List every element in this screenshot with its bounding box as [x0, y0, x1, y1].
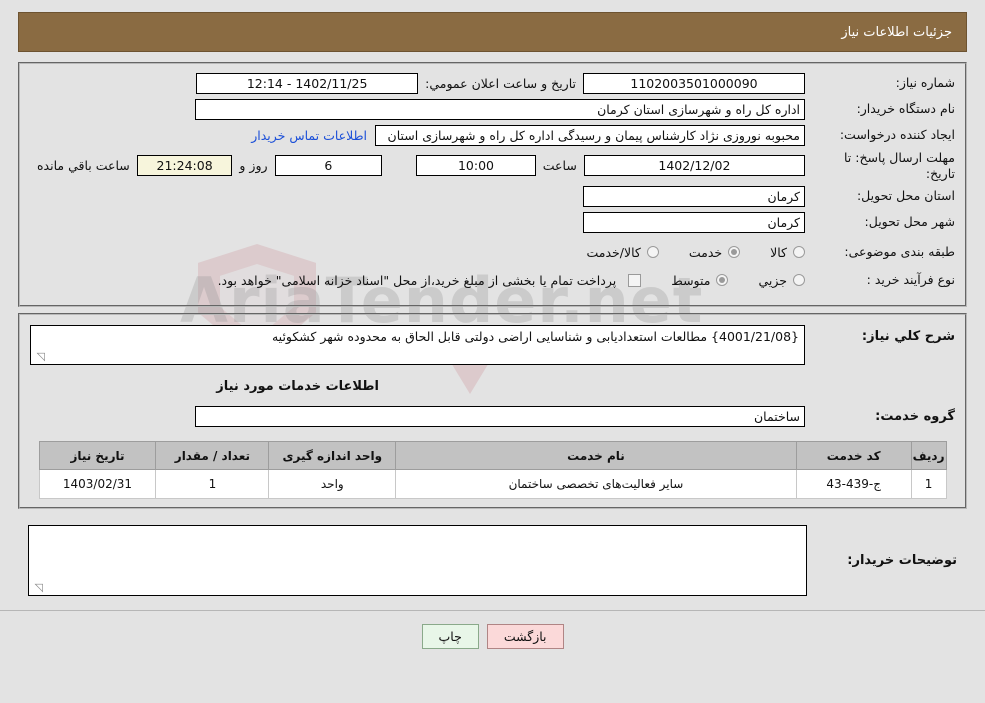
request-creator-field[interactable]: محبوبه نوروزی نژاد کارشناس پیمان و رسیدگ… — [375, 124, 805, 146]
footer-divider — [0, 610, 985, 612]
delivery-province-field[interactable]: کرمان — [583, 185, 805, 207]
label-remaining-hours: ساعت باقي مانده — [37, 158, 130, 174]
label-buyer-org: نام دستگاه خریدار: — [856, 100, 955, 116]
cell-radif: 1 — [910, 469, 947, 500]
buyer-org-field[interactable]: اداره کل راه و شهرسازی استان کرمان — [195, 98, 805, 120]
table-row: 1 ج-439-43 سایر فعالیت‌های تخصصی ساختمان… — [38, 469, 947, 500]
row-request-creator: ایجاد کننده درخواست: محبوبه نوروزی نژاد … — [30, 124, 955, 146]
purchase-type-option-jozee-label: جزیي — [758, 272, 787, 288]
row-buyer-org: نام دستگاه خریدار: اداره کل راه و شهرساز… — [30, 98, 955, 120]
col-header-quantity: تعداد / مقدار — [155, 441, 270, 471]
radio-icon-motavaset[interactable] — [716, 274, 729, 287]
row-delivery-city: شهر محل تحویل: کرمان — [30, 211, 955, 233]
label-request-creator: ایجاد کننده درخواست: — [839, 126, 955, 142]
public-announce-field[interactable]: 1402/11/25 - 12:14 — [196, 72, 419, 94]
row-category: طبقه بندی موضوعی: کالا خدمت کالا/خدمت — [30, 241, 955, 263]
label-deadline-hour: ساعت — [542, 158, 577, 174]
row-service-group: گروه خدمت: ساختمان — [30, 406, 955, 428]
row-delivery-province: استان محل تحویل: کرمان — [30, 185, 955, 207]
radio-icon-kala[interactable] — [793, 246, 805, 259]
description-services-panel: شرح کلي نیاز: {4001/21/08} مطالعات استعد… — [18, 313, 967, 510]
need-info-panel: شماره نیاز: 1102003501000090 تاریخ و ساع… — [18, 62, 967, 308]
cell-service-code: ج-439-43 — [795, 469, 912, 500]
delivery-city-field[interactable]: کرمان — [583, 211, 805, 233]
col-header-service-name: نام خدمت — [395, 441, 797, 471]
remaining-clock-field[interactable]: 21:24:08 — [136, 155, 233, 177]
col-header-unit: واحد اندازه گیری — [268, 441, 397, 471]
buyer-notes-panel: توضیحات خریدار: ◹ — [18, 519, 967, 604]
purchase-type-option-motavaset-label: متوسط — [671, 272, 711, 288]
purchase-type-option-motavaset[interactable]: متوسط — [671, 272, 729, 288]
buyer-notes-textarea[interactable]: ◹ — [28, 525, 807, 597]
label-general-description: شرح کلي نیاز: — [861, 329, 955, 345]
category-option-kala-khedmat[interactable]: کالا/خدمت — [586, 244, 659, 260]
needs-table: ردیف کد خدمت نام خدمت واحد اندازه گیری ت… — [38, 441, 947, 500]
label-delivery-province: استان محل تحویل: — [856, 187, 955, 203]
col-header-service-code: کد خدمت — [795, 441, 912, 471]
row-deadline: مهلت ارسال پاسخ: تا تاریخ: 1402/12/02 سا… — [30, 150, 955, 181]
resize-grip-icon[interactable]: ◹ — [31, 582, 43, 594]
cell-unit: واحد — [268, 469, 397, 500]
col-header-radif: ردیف — [910, 441, 947, 471]
radio-icon-jozee[interactable] — [793, 274, 805, 287]
label-remaining-days: روز و — [239, 158, 268, 174]
deadline-hour-field[interactable]: 10:00 — [416, 155, 536, 177]
resize-grip-icon[interactable]: ◹ — [33, 351, 45, 363]
category-option-khedmat-label: خدمت — [688, 244, 723, 260]
row-need-number: شماره نیاز: 1102003501000090 تاریخ و ساع… — [30, 72, 955, 94]
purchase-type-radio-group: جزیي متوسط — [641, 273, 805, 288]
back-button[interactable]: بازگشت — [486, 624, 564, 650]
label-category: طبقه بندی موضوعی: — [844, 243, 955, 259]
general-description-textarea[interactable]: {4001/21/08} مطالعات استعدادیابی و شناسا… — [30, 325, 805, 366]
purchase-type-option-jozee[interactable]: جزیي — [758, 273, 805, 288]
services-section-heading: اطلاعات خدمات مورد نیاز — [216, 379, 379, 395]
label-service-group: گروه خدمت: — [875, 409, 955, 425]
radio-icon-khedmat[interactable] — [728, 246, 741, 259]
needs-table-header-row: ردیف کد خدمت نام خدمت واحد اندازه گیری ت… — [38, 441, 947, 471]
cell-service-name: سایر فعالیت‌های تخصصی ساختمان — [395, 469, 797, 500]
row-general-description: شرح کلي نیاز: {4001/21/08} مطالعات استعد… — [30, 325, 955, 366]
label-deadline: مهلت ارسال پاسخ: تا تاریخ: — [844, 150, 955, 181]
row-buyer-notes: توضیحات خریدار: ◹ — [28, 525, 957, 597]
col-header-need-date: تاریخ نیاز — [38, 441, 157, 471]
radio-icon-kala-khedmat[interactable] — [646, 246, 659, 259]
general-description-text: {4001/21/08} مطالعات استعدادیابی و شناسا… — [271, 329, 799, 345]
category-option-khedmat[interactable]: خدمت — [688, 244, 741, 260]
need-number-field[interactable]: 1102003501000090 — [583, 72, 805, 94]
deadline-date-field[interactable]: 1402/12/02 — [583, 155, 805, 177]
buyer-contact-link[interactable]: اطلاعات تماس خریدار — [243, 128, 375, 143]
treasury-bond-note: پرداخت تمام یا بخشی از مبلغ خرید،از محل … — [217, 272, 617, 288]
treasury-bond-checkbox[interactable] — [628, 273, 642, 287]
page-title: جزئیات اطلاعات نیاز — [841, 24, 952, 40]
print-button[interactable]: چاپ — [421, 624, 479, 650]
row-purchase-type: نوع فرآیند خرید : جزیي متوسط پرداخت تمام… — [30, 269, 955, 291]
page-wrapper: جزئیات اطلاعات نیاز شماره نیاز: 11020035… — [0, 12, 985, 650]
category-option-kala-label: کالا — [770, 244, 787, 260]
cell-need-date: 1403/02/31 — [38, 469, 157, 500]
category-option-kala-khedmat-label: کالا/خدمت — [586, 244, 641, 260]
page-header-bar: جزئیات اطلاعات نیاز — [18, 12, 967, 52]
label-need-number: شماره نیاز: — [895, 74, 955, 90]
service-group-field[interactable]: ساختمان — [195, 406, 805, 428]
label-delivery-city: شهر محل تحویل: — [864, 213, 955, 229]
label-buyer-notes: توضیحات خریدار: — [847, 553, 957, 569]
remaining-days-field[interactable]: 6 — [274, 155, 383, 177]
label-public-announce: تاریخ و ساعت اعلان عمومي: — [425, 75, 576, 91]
footer-button-bar: بازگشت چاپ — [0, 624, 985, 650]
category-radio-group: کالا خدمت کالا/خدمت — [556, 245, 805, 260]
label-purchase-type: نوع فرآیند خرید : — [866, 271, 955, 287]
category-option-kala[interactable]: کالا — [770, 245, 805, 260]
cell-quantity: 1 — [155, 469, 270, 500]
